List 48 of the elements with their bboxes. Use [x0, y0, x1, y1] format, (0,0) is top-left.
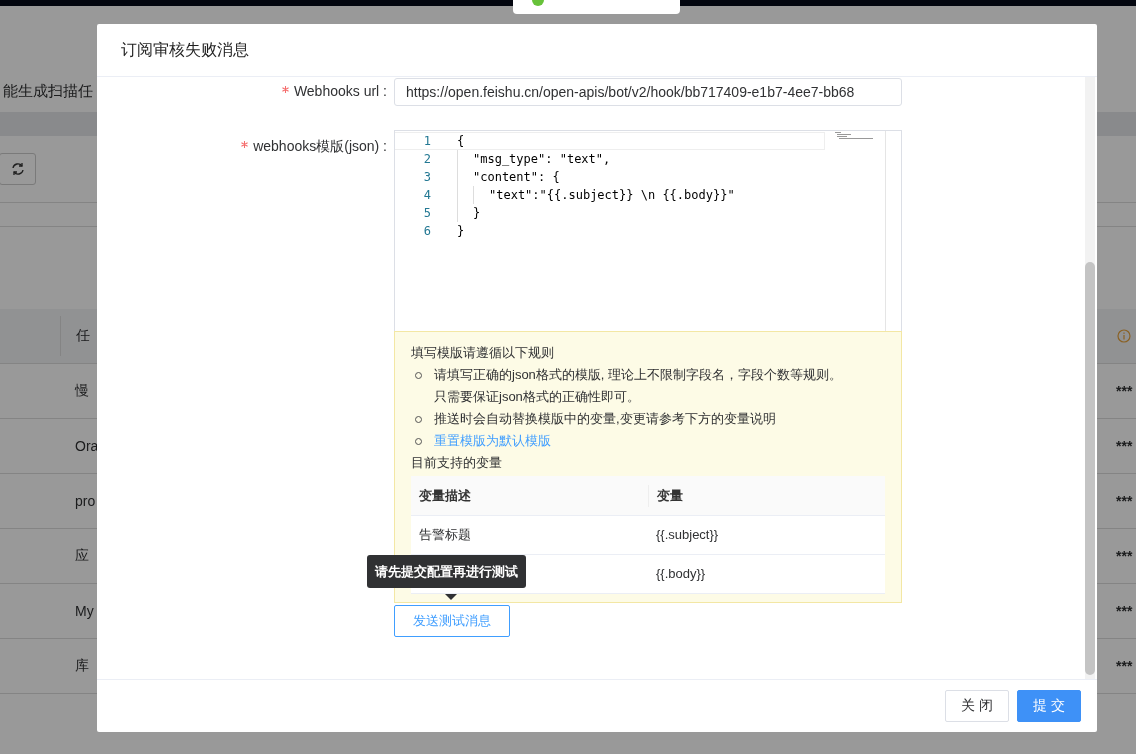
status-icon: [531, 0, 545, 8]
notice-text: 能生成扫描任: [3, 81, 93, 101]
info-icon: [1117, 329, 1131, 343]
dialog-title: 订阅审核失败消息: [121, 39, 249, 60]
code-line: }: [473, 206, 481, 220]
rule-text: 请填写正确的json格式的模版, 理论上不限制字段名，字段个数等规则。 只需要保证json格式的正确性即可。: [434, 366, 843, 406]
table-cell: ***: [1116, 438, 1133, 454]
field-label: Webhooks url :: [293, 82, 387, 101]
table-cell: My: [75, 603, 94, 619]
column-header: 任: [76, 327, 90, 345]
scrollbar[interactable]: [1085, 77, 1095, 679]
table-cell: ***: [1116, 548, 1133, 564]
table-cell-text: 告警标题: [419, 526, 471, 544]
field-label: webhooks模版(json) :: [253, 137, 387, 156]
table-cell: pro: [75, 493, 96, 509]
refresh-icon: [10, 162, 25, 176]
line-number: 2: [422, 152, 431, 166]
line-number: 3: [422, 170, 431, 184]
line-number: 4: [422, 188, 431, 202]
code-line: "msg_type": "text",: [473, 152, 611, 166]
refresh-button[interactable]: [0, 153, 36, 185]
code-line: {: [457, 134, 465, 148]
column-header: 变量: [647, 484, 885, 507]
line-number: 6: [422, 224, 431, 238]
table-cell: Ora: [75, 438, 99, 454]
table-cell: 库: [75, 657, 89, 675]
table-cell: 应: [75, 547, 89, 565]
variables-title: 目前支持的变量: [411, 454, 503, 472]
table-cell: ***: [1116, 383, 1133, 399]
minimap-drawing: [835, 132, 875, 140]
line-number: 1: [422, 134, 431, 148]
table-cell: ***: [1116, 493, 1133, 509]
tooltip: 请先提交配置再进行测试: [367, 555, 526, 588]
close-button[interactable]: 关 闭: [945, 690, 1009, 722]
line-number: 5: [422, 206, 431, 220]
table-cell-text: {{.subject}}: [656, 526, 719, 544]
code-line: }: [457, 224, 465, 238]
table-cell-text: {{.body}}: [656, 565, 706, 583]
tips-title: 填写模版请遵循以下规则: [411, 344, 555, 362]
code-line: "content": {: [473, 170, 560, 184]
tooltip-arrow: [445, 594, 457, 600]
code-line: "text":"{{.subject}} \n {{.body}}": [489, 188, 735, 202]
table-cell: ***: [1116, 658, 1133, 674]
rule-text: 推送时会自动替换模版中的变量,变更请参考下方的变量说明: [434, 410, 776, 428]
table-cell: ***: [1116, 603, 1133, 619]
column-header: 变量描述: [418, 486, 472, 505]
url-input[interactable]: https://open.feishu.cn/open-apis/bot/v2/hook/bb717409-e1b7-4ee7-bb68: [394, 78, 902, 106]
table-cell: 慢: [75, 382, 89, 400]
